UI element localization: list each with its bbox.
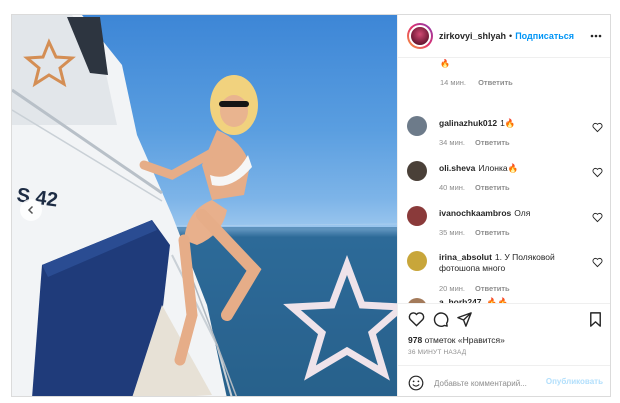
- share-send-icon[interactable]: [456, 311, 473, 328]
- like-comment-heart-icon[interactable]: [592, 257, 603, 268]
- post-side-panel: zirkovyi_shlyah • Подписаться 🔥 14 мин. …: [397, 15, 610, 396]
- like-heart-icon[interactable]: [408, 311, 425, 328]
- comment-item: ivanochkaambros Оля 35 мин. Ответить: [407, 206, 603, 246]
- comment-icon[interactable]: [432, 311, 449, 328]
- partial-comment-emoji: 🔥: [440, 59, 450, 68]
- comment-time: 34 мин.: [439, 138, 465, 147]
- like-comment-heart-icon[interactable]: [592, 122, 603, 133]
- comment-time: 40 мин.: [439, 183, 465, 192]
- reply-button[interactable]: Ответить: [475, 138, 510, 147]
- commenter-avatar[interactable]: [407, 251, 427, 271]
- emoji-smile-icon[interactable]: [408, 375, 424, 391]
- commenter-username[interactable]: irina_absolut: [439, 252, 492, 262]
- post-time-ago: 36 МИНУТ НАЗАД: [408, 349, 467, 356]
- comment-text: 1🔥: [500, 118, 516, 128]
- author-username[interactable]: zirkovyi_shlyah: [439, 31, 506, 41]
- post-photo[interactable]: S 42: [12, 15, 397, 396]
- commenter-avatar[interactable]: [407, 161, 427, 181]
- commenter-username[interactable]: oli.sheva: [439, 163, 475, 173]
- partial-comment-meta: 14 мин. Ответить: [440, 78, 523, 87]
- header-separator: •: [509, 31, 513, 41]
- post-actions: 978 отметок «Нравится» 36 МИНУТ НАЗАД Оп…: [398, 303, 610, 396]
- commenter-avatar[interactable]: [407, 116, 427, 136]
- follow-button[interactable]: Подписаться: [515, 31, 574, 41]
- commenter-username[interactable]: ivanochkaambros: [439, 208, 511, 218]
- action-icons-row: [408, 311, 604, 329]
- comment-time: 14 мин.: [440, 78, 466, 87]
- reply-button[interactable]: Ответить: [475, 183, 510, 192]
- post-header: zirkovyi_shlyah • Подписаться: [398, 15, 610, 58]
- commenter-avatar[interactable]: [407, 206, 427, 226]
- post-modal: S 42 zirkovyi_shlyah • Подписаться 🔥 14: [11, 14, 611, 397]
- comment-item: galinazhuk012 1🔥 34 мин. Ответить: [407, 116, 603, 156]
- publish-button[interactable]: Опубликовать: [546, 377, 603, 386]
- commenter-username[interactable]: galinazhuk012: [439, 118, 497, 128]
- yacht-scene: S 42: [12, 15, 397, 396]
- comment-text: Илонка🔥: [478, 163, 519, 173]
- comment-text: Оля: [514, 208, 531, 218]
- likes-label: отметок «Нравится»: [424, 335, 505, 345]
- comment-input[interactable]: [434, 376, 538, 390]
- comment-time: 35 мин.: [439, 228, 465, 237]
- comment-time: 20 мин.: [439, 284, 465, 293]
- reply-button[interactable]: Ответить: [475, 228, 510, 237]
- comment-item: irina_absolut 1. У Поляковой фотошопа мно…: [407, 251, 603, 299]
- more-horizontal-icon: [590, 34, 602, 38]
- add-comment-row: Опубликовать: [398, 365, 610, 396]
- like-comment-heart-icon[interactable]: [592, 212, 603, 223]
- comments-list[interactable]: 🔥 14 мин. Ответить galinazhuk012 1🔥 34 ми…: [398, 58, 610, 303]
- comment-item: oli.sheva Илонка🔥 40 мин. Ответить: [407, 161, 603, 201]
- previous-photo-button[interactable]: [20, 199, 42, 221]
- more-options-button[interactable]: [589, 29, 603, 43]
- likes-count[interactable]: 978 отметок «Нравится»: [408, 335, 505, 345]
- like-comment-heart-icon[interactable]: [592, 167, 603, 178]
- likes-number: 978: [408, 335, 423, 345]
- chevron-left-icon: [27, 205, 34, 215]
- save-bookmark-icon[interactable]: [587, 311, 604, 328]
- reply-button[interactable]: Ответить: [478, 78, 513, 87]
- reply-button[interactable]: Ответить: [475, 284, 510, 293]
- author-avatar[interactable]: [407, 23, 433, 49]
